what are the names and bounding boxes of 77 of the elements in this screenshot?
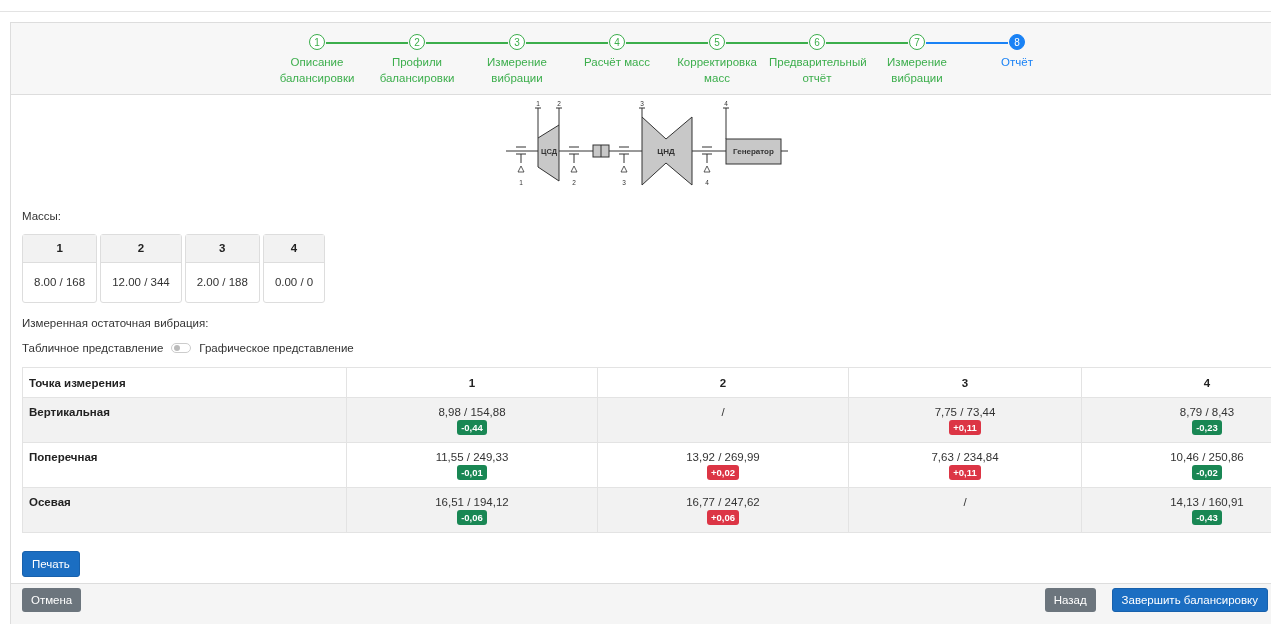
section-title: Измеренная остаточная вибрация:	[22, 317, 210, 329]
step-label[interactable]: Предварительный отчёт	[769, 54, 865, 86]
delta-badge: -0,01	[457, 465, 487, 480]
bearing-icon	[515, 146, 527, 173]
delta-badge: -0,23	[1192, 420, 1222, 435]
step-label[interactable]: Расчёт масс	[569, 54, 665, 70]
toggle-label: Графическое представление	[199, 342, 354, 354]
step-number[interactable]: 2	[409, 34, 425, 50]
mass-value: 2.00 / 188	[195, 275, 249, 290]
delta-badge: -0,02	[1192, 465, 1222, 480]
mass-header: 1	[23, 235, 97, 263]
row-label: Осевая	[22, 487, 347, 533]
cancel-button[interactable]: Отмена	[22, 588, 82, 612]
delta-badge: +0,02	[706, 465, 739, 480]
delta-badge: -0,44	[457, 420, 487, 435]
unit-label: Генератор	[733, 147, 774, 156]
step-number[interactable]: 8	[1009, 34, 1025, 50]
delta-badge: +0,11	[949, 465, 981, 480]
step-label[interactable]: Измерение вибрации	[469, 54, 565, 86]
column-header: 4	[1081, 367, 1271, 398]
turbine-shape	[641, 116, 693, 186]
unit-label: ЦНД	[657, 147, 675, 156]
step-label[interactable]: Корректировка масс	[669, 54, 765, 86]
mass-header: 4	[263, 235, 325, 263]
measurement-value: 8,79 / 8,43	[1178, 406, 1236, 418]
step-label[interactable]: Отчёт	[969, 54, 1065, 70]
measurement-value: /	[720, 406, 726, 418]
coupling-icon	[592, 144, 610, 158]
step-number[interactable]: 6	[809, 34, 825, 50]
delta-badge: +0,06	[706, 510, 739, 525]
lead-line	[722, 107, 730, 140]
step-label[interactable]: Описание балансировки	[269, 54, 365, 86]
measurement-value: /	[962, 496, 968, 508]
lead-line	[555, 107, 563, 126]
lead-line	[638, 107, 646, 118]
step-number[interactable]: 7	[909, 34, 925, 50]
measurement-value: 16,77 / 247,62	[685, 496, 761, 508]
row-label: Вертикальная	[22, 397, 347, 443]
measurement-value: 7,75 / 73,44	[933, 406, 997, 418]
delta-badge: -0,06	[457, 510, 487, 525]
step-number[interactable]: 4	[609, 34, 625, 50]
bearing-icon	[568, 146, 580, 173]
finish-button[interactable]: Завершить балансировку	[1111, 588, 1268, 612]
print-button[interactable]: Печать	[22, 551, 80, 577]
mass-value: 8.00 / 168	[33, 275, 87, 290]
mass-value: 0.00 / 0	[273, 275, 315, 290]
step-number[interactable]: 3	[509, 34, 525, 50]
measurement-value: 7,63 / 234,84	[930, 451, 1000, 463]
measurement-value: 16,51 / 194,12	[434, 496, 510, 508]
step-label[interactable]: Измерение вибрации	[869, 54, 965, 86]
back-button[interactable]: Назад	[1044, 588, 1096, 612]
delta-badge: +0,11	[949, 420, 981, 435]
row-label: Поперечная	[22, 442, 347, 488]
step-label[interactable]: Профили балансировки	[369, 54, 465, 86]
measurement-value: 11,55 / 249,33	[434, 451, 510, 463]
measurement-value: 10,46 / 250,86	[1169, 451, 1245, 463]
bearing-icon	[618, 146, 630, 173]
column-header: Точка измерения	[22, 367, 347, 398]
view-switch[interactable]	[171, 343, 192, 353]
column-header: 3	[848, 367, 1082, 398]
mass-header: 2	[101, 235, 181, 263]
step-number[interactable]: 5	[709, 34, 725, 50]
toggle-label: Табличное представление	[22, 342, 164, 354]
mass-value: 12.00 / 344	[111, 275, 171, 290]
section-title: Массы:	[22, 210, 63, 222]
bearing-icon	[701, 146, 713, 173]
mass-header: 3	[185, 235, 259, 263]
measurement-value: 14,13 / 160,91	[1169, 496, 1245, 508]
step-number[interactable]: 1	[309, 34, 325, 50]
measurement-value: 8,98 / 154,88	[437, 406, 507, 418]
delta-badge: -0,43	[1192, 510, 1222, 525]
column-header: 1	[346, 367, 598, 398]
compressor-shape	[537, 124, 560, 182]
lead-line	[534, 107, 542, 139]
generator-shape	[725, 138, 782, 165]
measurement-value: 13,92 / 269,99	[685, 451, 761, 463]
column-header: 2	[597, 367, 849, 398]
